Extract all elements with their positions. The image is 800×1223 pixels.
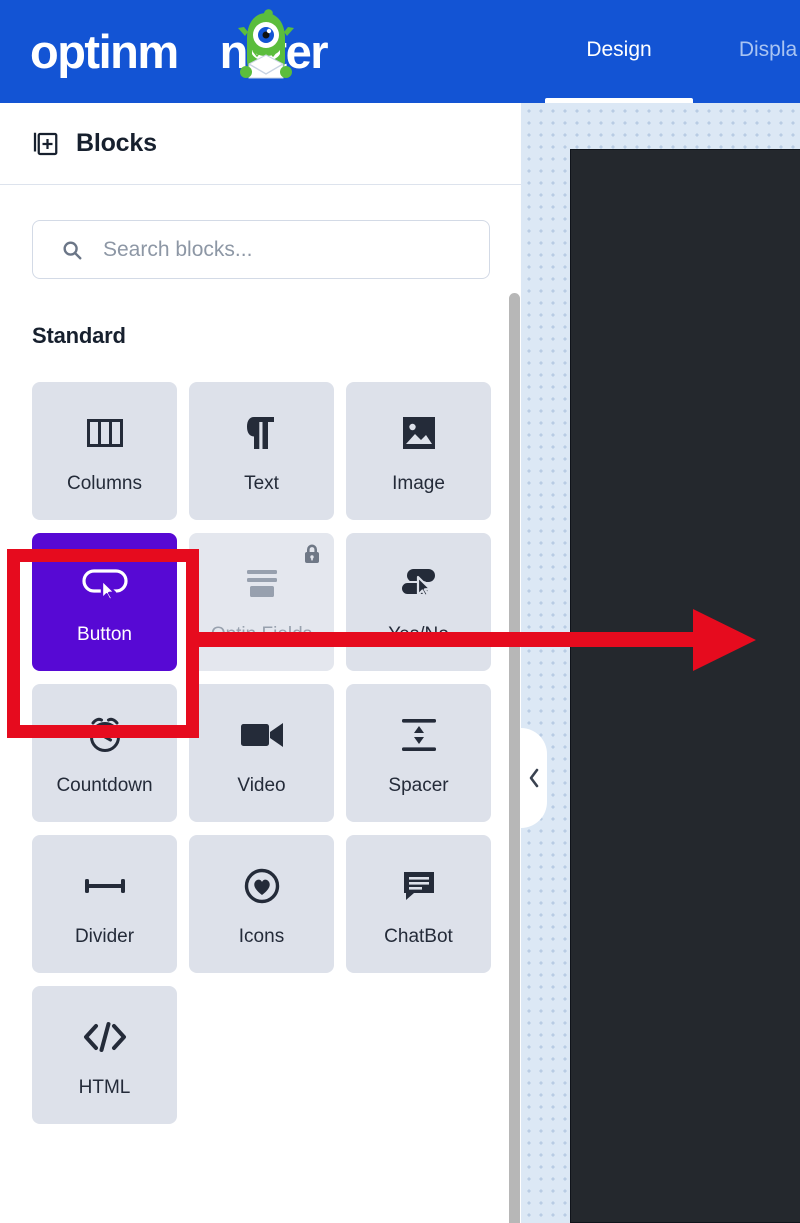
block-tile-image[interactable]: Image [346,382,491,520]
blocks-grid: Columns Text Image Button Countdown Vide… [32,382,491,1124]
collapse-sidebar-button[interactable] [521,728,547,828]
block-tile-video[interactable]: Video [189,684,334,822]
sidebar-scrollbar-thumb[interactable] [509,293,520,1223]
block-tile-spacer[interactable]: Spacer [346,684,491,822]
app-header: optinm nster Design Displa [0,0,800,103]
block-tile-text[interactable]: Text [189,382,334,520]
block-label: Divider [74,926,135,947]
annotation-arrow-shaft [193,632,701,647]
lock-icon [305,544,319,563]
yes-no-icon [397,558,441,610]
campaign-popup-preview[interactable] [570,149,800,1223]
section-title-standard: Standard [32,323,126,348]
block-tile-icons[interactable]: Icons [189,835,334,973]
block-tile-chatbot[interactable]: ChatBot [346,835,491,973]
annotation-arrow-head [693,609,756,671]
app-root: optinm nster Design Displa [0,0,800,1223]
chat-bubble-icon [401,860,437,912]
add-block-icon [33,132,58,155]
block-tile-columns[interactable]: Columns [32,382,177,520]
blocks-panel-title: Blocks [76,129,157,157]
block-tile-divider[interactable]: Divider [32,835,177,973]
spacer-icon [400,709,438,761]
block-label: ChatBot [384,926,453,947]
sidebar-scrollbar[interactable] [509,293,520,1223]
tab-design[interactable]: Design [545,0,693,103]
paragraph-icon [246,407,278,459]
block-label: Text [244,473,279,494]
block-tile-optin-fields[interactable]: Optin Fields [189,533,334,671]
block-label: Icons [238,926,285,947]
divider-icon [83,860,127,912]
video-camera-icon [240,709,284,761]
search-icon [63,240,82,259]
columns-icon [86,407,124,459]
block-label: Columns [67,473,142,494]
block-label: Countdown [56,775,153,796]
image-icon [400,407,437,459]
main-nav: Design Displa [545,0,800,103]
block-label: Video [237,775,286,796]
code-icon [81,1011,129,1063]
block-tile-html[interactable]: HTML [32,986,177,1124]
block-label: HTML [78,1077,131,1098]
chevron-left-icon [529,768,538,788]
block-tile-yes-no[interactable]: Yes/No [346,533,491,671]
logo-text-part1: optinm [30,24,179,78]
form-fields-icon [245,558,279,610]
tab-display-rules[interactable]: Displa [693,0,800,103]
block-label: Image [392,473,445,494]
design-canvas [521,103,800,1223]
block-label: Spacer [388,775,449,796]
heart-circle-icon [243,860,281,912]
blocks-panel-header: Blocks [0,103,521,185]
search-blocks-input[interactable] [103,237,463,262]
optinmonster-monster-logo-icon [238,9,294,79]
annotation-highlight-box [7,549,199,738]
optinmonster-logo[interactable]: optinm nster [30,9,329,82]
search-blocks-container[interactable] [32,220,490,279]
